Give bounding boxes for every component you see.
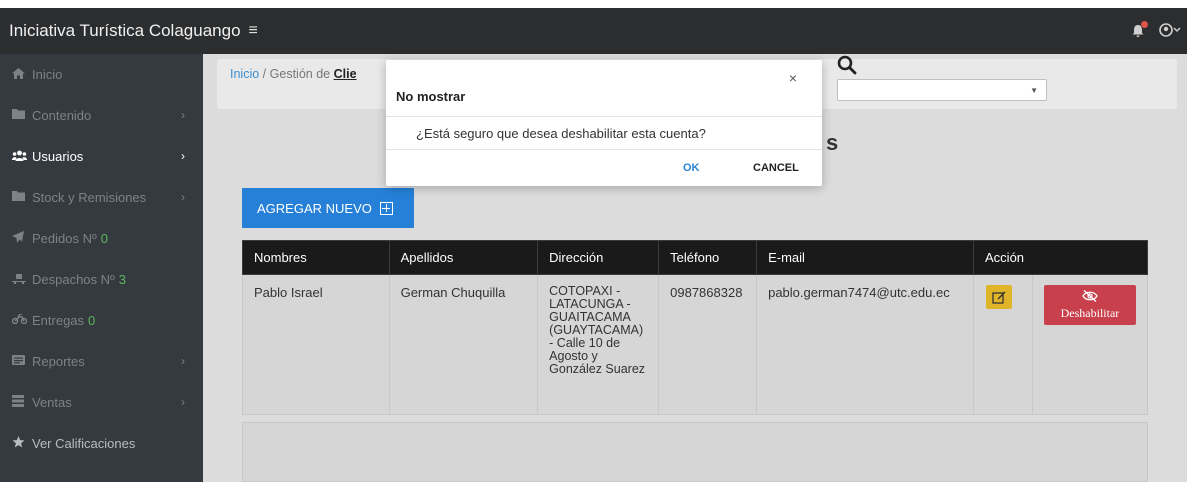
user-circle-icon[interactable] — [1159, 22, 1181, 40]
column-header: Dirección — [537, 240, 660, 275]
chevron-right-icon: › — [181, 190, 185, 204]
star-icon — [12, 436, 28, 451]
breadcrumb-separator: / — [262, 67, 267, 81]
sidebar-item-contenido[interactable]: Contenido › — [0, 95, 203, 136]
sidebar-item-label: Stock y Remisiones — [32, 190, 147, 205]
search-select[interactable]: ▼ — [837, 79, 1047, 101]
chevron-right-icon: › — [181, 108, 185, 122]
table-header-row: Nombres Apellidos Dirección Teléfono E-m… — [242, 240, 1148, 275]
receipt-icon — [12, 395, 28, 410]
brand[interactable]: Iniciativa Turística Colaguango ≡ — [0, 21, 258, 41]
sidebar-item-label: Contenido — [32, 108, 92, 123]
cell-telefono: 0987868328 — [658, 274, 758, 415]
sidebar-item-label: Inicio — [32, 67, 63, 82]
confirm-dialog: No mostrar × ¿Está seguro que desea desh… — [386, 60, 822, 186]
breadcrumb-section: Gestión de — [269, 67, 331, 81]
sidebar-item-label: Entregas — [32, 313, 85, 328]
report-icon — [12, 355, 28, 368]
sidebar-item-inicio[interactable]: Inicio — [0, 54, 203, 95]
column-header: Nombres — [242, 240, 390, 275]
sidebar-item-label: Pedidos Nº — [32, 231, 97, 246]
breadcrumb-home-link[interactable]: Inicio — [230, 67, 259, 81]
add-new-label: AGREGAR NUEVO — [257, 200, 372, 216]
sidebar-item-label: Ventas — [32, 395, 72, 410]
entregas-count: 0 — [88, 313, 96, 328]
disable-button[interactable]: Deshabilitar — [1043, 285, 1136, 325]
sidebar-item-reportes[interactable]: Reportes › — [0, 341, 203, 382]
chevron-right-icon: › — [181, 354, 185, 368]
sidebar-item-pedidos[interactable]: Pedidos Nº 0 — [0, 218, 203, 259]
chevron-right-icon: › — [181, 149, 185, 163]
close-icon[interactable]: × — [789, 70, 797, 86]
folder-icon — [12, 191, 28, 204]
cancel-button[interactable]: CANCEL — [753, 162, 799, 174]
cell-nombres: Pablo Israel — [242, 274, 390, 415]
cell-apellidos: German Chuquilla — [388, 274, 539, 415]
sidebar-item-usuarios[interactable]: Usuarios › — [0, 136, 203, 177]
column-header: E-mail — [756, 240, 975, 275]
eye-slash-icon — [1044, 290, 1136, 306]
sidebar-item-label: Reportes — [32, 354, 85, 369]
motorcycle-icon — [11, 313, 28, 327]
sidebar-item-ver-calificaciones[interactable]: Ver Calificaciones — [0, 423, 203, 464]
dialog-message: ¿Está seguro que desea deshabilitar esta… — [386, 117, 822, 150]
dialog-header: No mostrar × — [386, 60, 822, 117]
table-empty-area — [242, 422, 1148, 482]
sidebar-item-label: Despachos Nº — [32, 272, 115, 287]
bell-icon[interactable] — [1131, 21, 1148, 38]
column-header: Acción — [973, 240, 1148, 275]
despachos-count: 3 — [118, 272, 127, 287]
add-new-button[interactable]: AGREGAR NUEVO — [242, 188, 414, 228]
disable-label: Deshabilitar — [1060, 306, 1120, 320]
sidebar-item-label: Usuarios — [32, 149, 84, 164]
dialog-title: No mostrar — [396, 89, 466, 104]
cell-disable-action: Deshabilitar — [1031, 274, 1149, 415]
column-header: Teléfono — [658, 240, 758, 275]
table-row: Pablo Israel German Chuquilla COTOPAXI -… — [242, 274, 1149, 415]
cell-email: pablo.german7474@utc.edu.ec — [756, 274, 975, 415]
clients-table: Nombres Apellidos Dirección Teléfono E-m… — [242, 240, 1149, 415]
dolly-icon — [12, 273, 28, 287]
home-icon — [12, 67, 28, 82]
folder-icon — [12, 109, 28, 122]
sidebar-item-label: Ver Calificaciones — [32, 436, 136, 451]
menu-toggle-icon[interactable]: ≡ — [249, 22, 258, 40]
sidebar-item-stock-remisiones[interactable]: Stock y Remisiones › — [0, 177, 203, 218]
users-icon — [12, 150, 28, 164]
sidebar-item-despachos[interactable]: Despachos Nº 3 — [0, 259, 203, 300]
sidebar-item-ventas[interactable]: Ventas › — [0, 382, 203, 423]
page-title: s — [826, 130, 839, 155]
chevron-down-icon: ▼ — [1030, 86, 1038, 95]
edit-button[interactable] — [986, 285, 1013, 309]
cell-edit-action — [973, 274, 1033, 415]
sidebar: Inicio Contenido › Usuarios › Stock y Re… — [0, 54, 203, 482]
ok-button[interactable]: OK — [683, 162, 700, 174]
search-icon[interactable] — [837, 55, 857, 81]
notification-badge — [1141, 21, 1148, 28]
column-header: Apellidos — [388, 240, 539, 275]
cell-direccion: COTOPAXI - LATACUNGA - GUAITACAMA (GUAYT… — [537, 274, 660, 415]
sidebar-item-entregas[interactable]: Entregas 0 — [0, 300, 203, 341]
edit-icon — [992, 291, 1006, 304]
send-icon — [12, 231, 28, 246]
app-title: Iniciativa Turística Colaguango — [9, 21, 241, 40]
dialog-footer: OK CANCEL — [386, 150, 822, 186]
plus-square-icon — [379, 201, 393, 215]
chevron-right-icon: › — [181, 395, 185, 409]
top-navbar: Iniciativa Turística Colaguango ≡ — [0, 8, 1187, 54]
breadcrumb-current[interactable]: Clie — [334, 67, 357, 81]
pedidos-count: 0 — [100, 231, 108, 246]
